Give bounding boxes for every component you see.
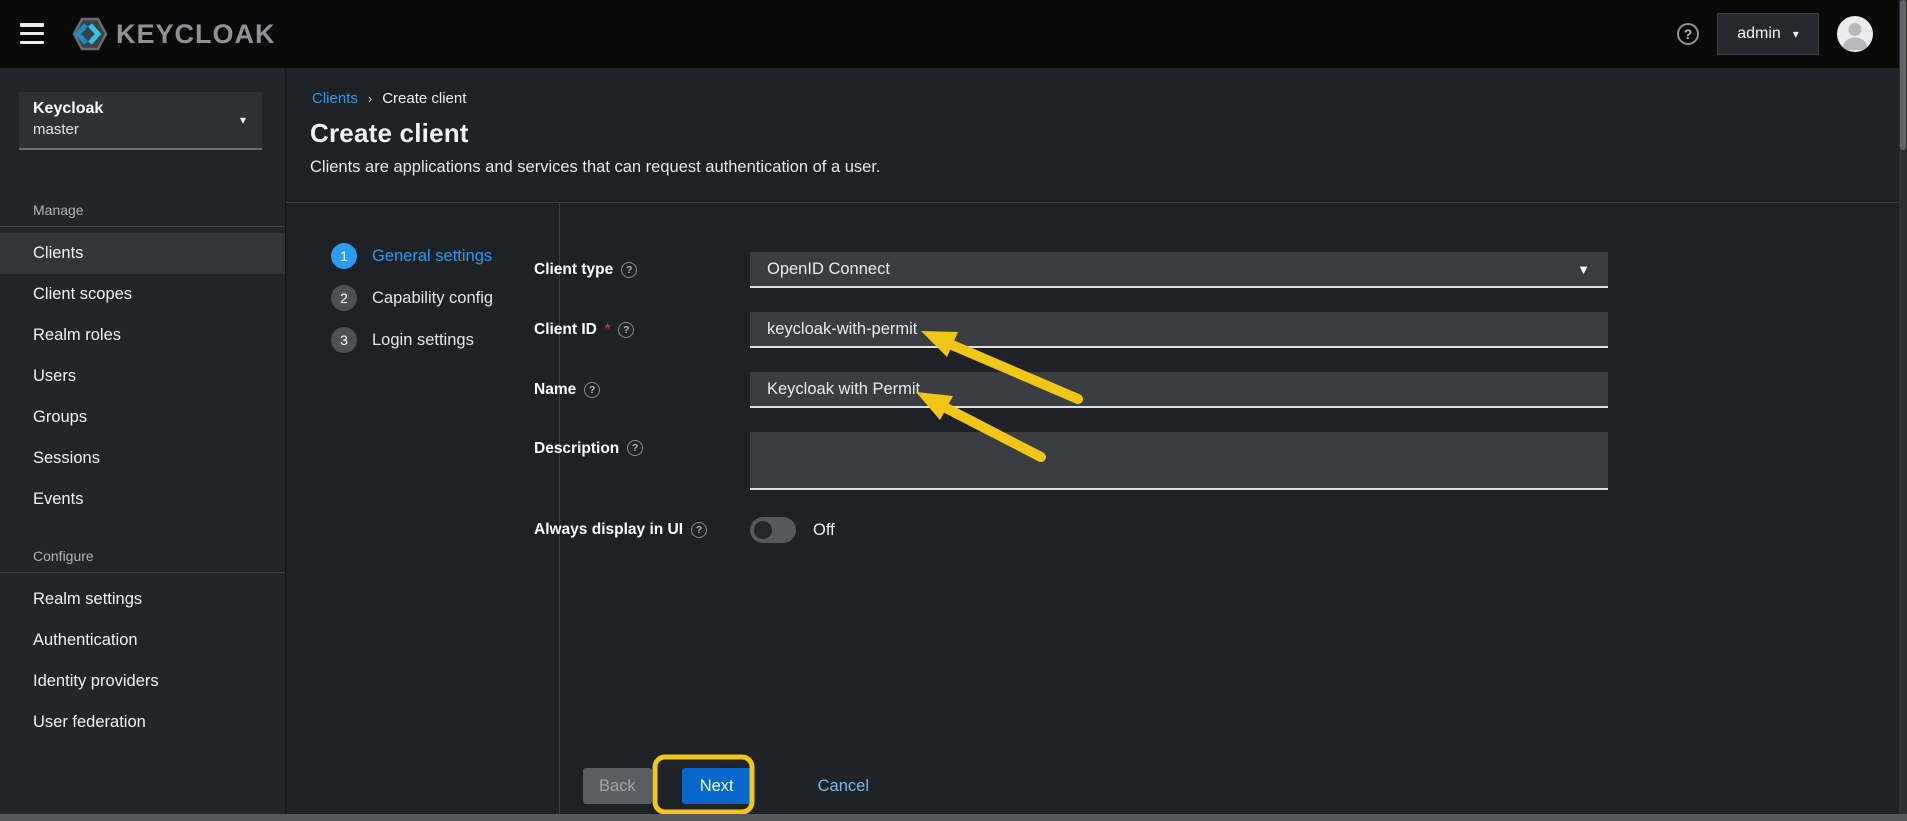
sidebar-item-identity-providers[interactable]: Identity providers bbox=[0, 661, 285, 702]
form-row-name: Name ? bbox=[534, 372, 1608, 408]
wizard-step-general-settings[interactable]: 1 General settings bbox=[331, 243, 493, 269]
client-type-value: OpenID Connect bbox=[767, 260, 890, 278]
back-button[interactable]: Back bbox=[583, 768, 652, 804]
sidebar-item-users[interactable]: Users bbox=[0, 356, 285, 397]
chevron-down-icon: ▼ bbox=[1577, 252, 1590, 288]
page-header-divider bbox=[286, 202, 1899, 203]
always-display-label: Always display in UI bbox=[534, 521, 683, 539]
form-row-client-type: Client type ? OpenID Connect ▼ bbox=[534, 252, 1608, 288]
realm-switcher[interactable]: Keycloak master ▾ bbox=[19, 92, 262, 150]
description-label: Description bbox=[534, 440, 619, 458]
wizard-step-number: 3 bbox=[331, 327, 357, 353]
next-button[interactable]: Next bbox=[682, 768, 752, 804]
main-content: Clients › Create client Create client Cl… bbox=[285, 68, 1899, 814]
help-icon[interactable]: ? bbox=[1677, 23, 1699, 45]
sidebar-item-events[interactable]: Events bbox=[0, 479, 285, 520]
required-asterisk: * bbox=[605, 320, 610, 336]
help-question-icon[interactable]: ? bbox=[584, 382, 600, 398]
page-description: Clients are applications and services th… bbox=[310, 158, 881, 177]
person-icon bbox=[1837, 16, 1873, 52]
help-question-icon[interactable]: ? bbox=[621, 262, 637, 278]
client-type-select[interactable]: OpenID Connect ▼ bbox=[750, 252, 1608, 288]
form-row-description: Description ? bbox=[534, 432, 1608, 495]
wizard-step-capability-config[interactable]: 2 Capability config bbox=[331, 285, 493, 311]
sidebar: Keycloak master ▾ Manage ClientsClient sc… bbox=[0, 68, 285, 814]
wizard-step-label: General settings bbox=[372, 247, 492, 266]
form-row-client-id: Client ID * ? bbox=[534, 312, 1608, 348]
sidebar-item-realm-roles[interactable]: Realm roles bbox=[0, 315, 285, 356]
always-display-toggle[interactable] bbox=[750, 517, 796, 543]
wizard-step-login-settings[interactable]: 3 Login settings bbox=[331, 327, 493, 353]
client-id-input[interactable] bbox=[750, 312, 1608, 348]
scrollbar-thumb[interactable] bbox=[1900, 0, 1906, 150]
breadcrumb-separator-icon: › bbox=[368, 91, 372, 106]
help-question-icon[interactable]: ? bbox=[627, 440, 643, 456]
keycloak-logo: KEYCLOAK bbox=[64, 13, 276, 55]
wizard-steps: 1 General settings 2 Capability config 3 Logi… bbox=[331, 243, 493, 369]
toggle-state-text: Off bbox=[813, 521, 835, 540]
breadcrumb-link-clients[interactable]: Clients bbox=[312, 90, 358, 107]
client-id-label: Client ID bbox=[534, 321, 597, 339]
user-dropdown[interactable]: admin ▾ bbox=[1717, 13, 1819, 55]
wizard-nav-divider bbox=[559, 203, 560, 814]
chevron-down-icon: ▾ bbox=[1793, 28, 1799, 40]
top-header-bar: KEYCLOAK ? admin ▾ bbox=[0, 0, 1907, 68]
wizard-step-label: Capability config bbox=[372, 289, 493, 308]
sidebar-item-sessions[interactable]: Sessions bbox=[0, 438, 285, 479]
client-type-label: Client type bbox=[534, 261, 613, 279]
toggle-knob bbox=[754, 521, 772, 539]
help-question-icon[interactable]: ? bbox=[691, 522, 707, 538]
keycloak-logo-icon bbox=[64, 13, 110, 55]
realm-switcher-current-realm: master bbox=[33, 121, 248, 138]
sidebar-item-clients[interactable]: Clients bbox=[0, 233, 285, 274]
form-row-always-display: Always display in UI ? Off bbox=[534, 516, 1608, 543]
breadcrumb: Clients › Create client bbox=[312, 90, 466, 107]
wizard-step-number: 2 bbox=[331, 285, 357, 311]
wizard-step-number: 1 bbox=[331, 243, 357, 269]
sidebar-item-groups[interactable]: Groups bbox=[0, 397, 285, 438]
user-dropdown-label: admin bbox=[1737, 25, 1781, 43]
wizard-step-label: Login settings bbox=[372, 331, 474, 350]
nav-section-label-configure: Configure bbox=[33, 548, 285, 564]
sidebar-item-user-federation[interactable]: User federation bbox=[0, 702, 285, 743]
sidebar-nav: ManageClientsClient scopesRealm rolesUse… bbox=[0, 176, 285, 743]
sidebar-item-client-scopes[interactable]: Client scopes bbox=[0, 274, 285, 315]
sidebar-item-realm-settings[interactable]: Realm settings bbox=[0, 579, 285, 620]
chevron-down-icon: ▾ bbox=[240, 114, 246, 126]
scrollbar[interactable] bbox=[1899, 0, 1907, 814]
bottom-edge-strip bbox=[0, 814, 1907, 821]
keycloak-admin-console: KEYCLOAK ? admin ▾ Keycloak master ▾ Man… bbox=[0, 0, 1907, 821]
cancel-button[interactable]: Cancel bbox=[818, 777, 869, 796]
hamburger-menu-icon[interactable] bbox=[20, 23, 46, 44]
realm-switcher-title: Keycloak bbox=[33, 100, 248, 118]
sidebar-item-authentication[interactable]: Authentication bbox=[0, 620, 285, 661]
name-input[interactable] bbox=[750, 372, 1608, 408]
breadcrumb-current: Create client bbox=[382, 90, 466, 107]
description-textarea[interactable] bbox=[750, 432, 1608, 490]
help-question-icon[interactable]: ? bbox=[618, 322, 634, 338]
wizard-footer: Back Next Cancel bbox=[583, 768, 869, 804]
nav-section-label-manage: Manage bbox=[33, 202, 285, 218]
avatar[interactable] bbox=[1837, 16, 1873, 52]
keycloak-logo-text: KEYCLOAK bbox=[116, 19, 276, 50]
name-label: Name bbox=[534, 381, 576, 399]
page-title: Create client bbox=[310, 118, 469, 149]
